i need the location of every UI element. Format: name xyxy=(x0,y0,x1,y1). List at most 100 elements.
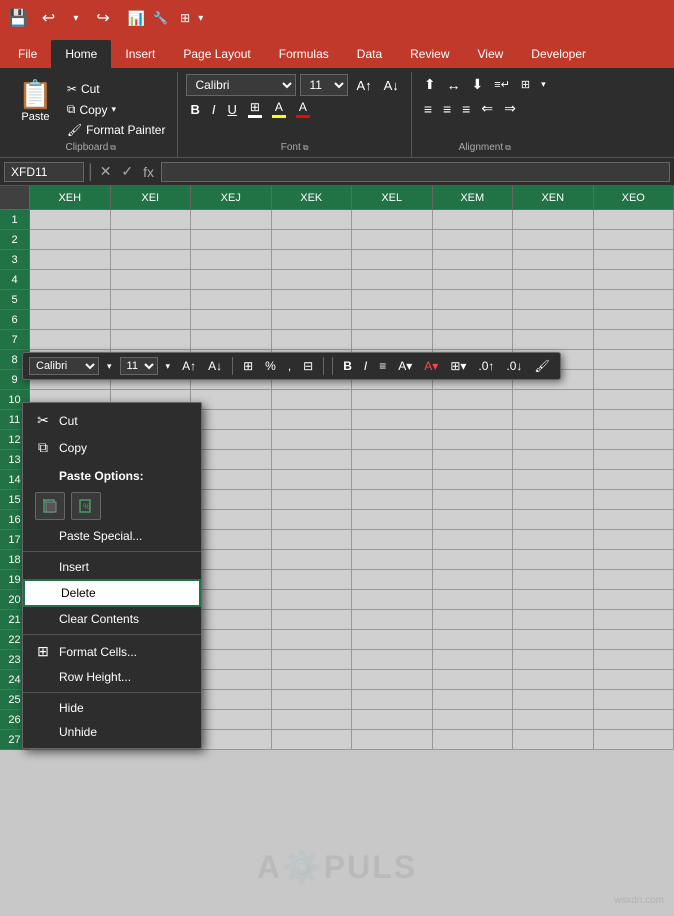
cell[interactable] xyxy=(352,390,433,410)
bold-button[interactable]: B xyxy=(186,100,203,119)
cell[interactable] xyxy=(433,290,514,310)
tab-formulas[interactable]: Formulas xyxy=(265,40,343,68)
cell[interactable] xyxy=(433,610,514,630)
cell[interactable] xyxy=(594,350,674,370)
cell[interactable] xyxy=(433,430,514,450)
cell[interactable] xyxy=(352,690,433,710)
mini-font-select[interactable]: Calibri xyxy=(29,357,99,375)
cell[interactable] xyxy=(352,410,433,430)
indent-decrease-button[interactable]: ⇐ xyxy=(477,98,497,119)
cell[interactable] xyxy=(433,450,514,470)
cell[interactable] xyxy=(433,210,514,230)
mini-size-select[interactable]: 11 xyxy=(120,357,158,375)
paste-button[interactable]: 📋 Paste xyxy=(12,76,59,139)
cell[interactable] xyxy=(111,270,192,290)
row-num-4[interactable]: 4 xyxy=(0,270,30,290)
cell[interactable] xyxy=(272,290,353,310)
cell[interactable] xyxy=(594,510,674,530)
mini-bold-btn[interactable]: B xyxy=(339,357,356,375)
tab-review[interactable]: Review xyxy=(396,40,463,68)
save-icon[interactable]: 💾 xyxy=(8,8,28,28)
ctx-hide[interactable]: Hide xyxy=(23,696,201,720)
cell[interactable] xyxy=(594,530,674,550)
cell[interactable] xyxy=(594,730,674,750)
ctx-clear-contents[interactable]: Clear Contents xyxy=(23,607,201,631)
cell[interactable] xyxy=(433,310,514,330)
mini-clear-btn[interactable]: 🖌 xyxy=(530,357,553,375)
cell[interactable] xyxy=(513,590,594,610)
cell[interactable] xyxy=(513,430,594,450)
cell[interactable] xyxy=(352,450,433,470)
cell[interactable] xyxy=(272,310,353,330)
cell[interactable] xyxy=(433,470,514,490)
cell[interactable] xyxy=(352,670,433,690)
undo-dropdown-button[interactable]: ▾ xyxy=(67,11,84,26)
cell[interactable] xyxy=(191,490,272,510)
cell[interactable] xyxy=(30,310,111,330)
cell[interactable] xyxy=(594,210,674,230)
mini-fill-btn[interactable]: A▾ xyxy=(394,357,416,375)
cell[interactable] xyxy=(272,550,353,570)
mini-font-dropdown[interactable]: ▾ xyxy=(103,359,116,374)
mini-percent-btn[interactable]: % xyxy=(261,357,280,375)
cell[interactable] xyxy=(513,290,594,310)
cell[interactable] xyxy=(352,530,433,550)
increase-font-button[interactable]: A↑ xyxy=(352,76,375,95)
cell[interactable] xyxy=(191,410,272,430)
cell[interactable] xyxy=(513,210,594,230)
align-left-button[interactable]: ≡ xyxy=(420,99,436,119)
cell[interactable] xyxy=(433,690,514,710)
cell[interactable] xyxy=(191,550,272,570)
customize-icon[interactable]: 🔧 xyxy=(153,11,168,25)
mini-align-btn[interactable]: ≡ xyxy=(375,357,390,375)
col-header-xei[interactable]: XEI xyxy=(111,186,192,210)
insert-function-button[interactable]: fx xyxy=(140,164,157,180)
ctx-insert[interactable]: Insert xyxy=(23,555,201,579)
layout-icon[interactable]: ⊞ xyxy=(180,11,190,25)
cell[interactable] xyxy=(513,310,594,330)
cell[interactable] xyxy=(191,630,272,650)
cell[interactable] xyxy=(191,210,272,230)
cell[interactable] xyxy=(513,230,594,250)
cell[interactable] xyxy=(594,450,674,470)
accept-formula-button[interactable]: ✓ xyxy=(118,163,136,180)
cell[interactable] xyxy=(513,690,594,710)
clipboard-expand-icon[interactable]: ⧉ xyxy=(110,143,116,153)
cut-button[interactable]: ✂ Cut xyxy=(63,80,170,98)
cell[interactable] xyxy=(352,470,433,490)
cell[interactable] xyxy=(30,230,111,250)
cell[interactable] xyxy=(513,550,594,570)
cell[interactable] xyxy=(513,670,594,690)
cell[interactable] xyxy=(191,510,272,530)
row-num-1[interactable]: 1 xyxy=(0,210,30,230)
cell[interactable] xyxy=(272,410,353,430)
tab-insert[interactable]: Insert xyxy=(111,40,169,68)
cell[interactable] xyxy=(272,590,353,610)
cell[interactable] xyxy=(191,250,272,270)
cell[interactable] xyxy=(594,690,674,710)
copy-dropdown-icon[interactable]: ▾ xyxy=(111,104,116,115)
cell[interactable] xyxy=(272,710,353,730)
cell[interactable] xyxy=(30,210,111,230)
tab-developer[interactable]: Developer xyxy=(517,40,600,68)
cell[interactable] xyxy=(433,670,514,690)
cell[interactable] xyxy=(352,610,433,630)
align-middle-button[interactable]: ↔ xyxy=(443,75,465,95)
row-num-2[interactable]: 2 xyxy=(0,230,30,250)
row-num-5[interactable]: 5 xyxy=(0,290,30,310)
cell[interactable] xyxy=(594,590,674,610)
copy-button[interactable]: ⧉ Copy ▾ xyxy=(63,100,170,119)
align-top-button[interactable]: ⬆ xyxy=(420,74,440,95)
cell[interactable] xyxy=(272,470,353,490)
cell[interactable] xyxy=(191,710,272,730)
mini-decrease-font[interactable]: A↓ xyxy=(204,357,226,375)
cell[interactable] xyxy=(594,630,674,650)
cell[interactable] xyxy=(191,590,272,610)
row-num-3[interactable]: 3 xyxy=(0,250,30,270)
cell[interactable] xyxy=(594,610,674,630)
cell[interactable] xyxy=(433,510,514,530)
cell[interactable] xyxy=(272,230,353,250)
decrease-font-button[interactable]: A↓ xyxy=(380,76,403,95)
cell[interactable] xyxy=(433,330,514,350)
cell[interactable] xyxy=(352,490,433,510)
